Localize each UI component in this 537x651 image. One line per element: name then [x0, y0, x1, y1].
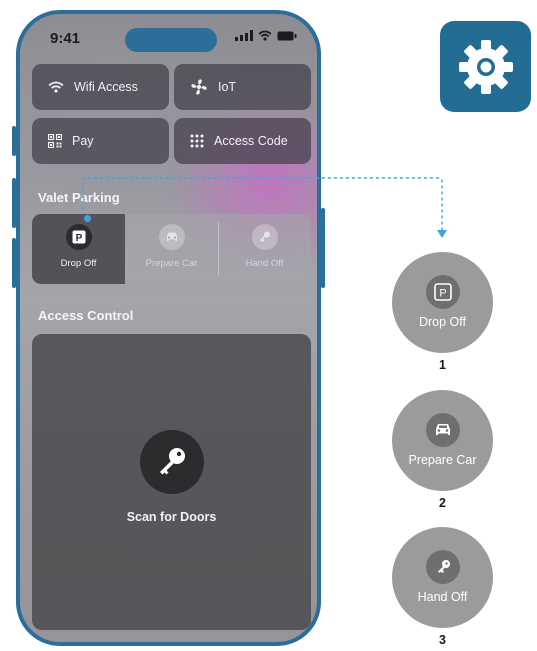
- access-code-tile[interactable]: Access Code: [174, 118, 311, 164]
- wifi-access-label: Wifi Access: [74, 80, 138, 94]
- step-number: 1: [439, 358, 446, 372]
- scan-for-doors-label: Scan for Doors: [126, 510, 217, 524]
- iot-tile[interactable]: IoT: [174, 64, 311, 110]
- wifi-access-tile[interactable]: Wifi Access: [32, 64, 169, 110]
- key-icon: [160, 448, 185, 475]
- access-control-heading: Access Control: [38, 308, 134, 323]
- pay-tile[interactable]: Pay: [32, 118, 169, 164]
- step-number: 3: [439, 633, 446, 647]
- gear-icon: [458, 39, 513, 94]
- cellular-signal-icon: [235, 30, 253, 41]
- svg-text:P: P: [439, 288, 446, 300]
- settings-app-tile[interactable]: [440, 21, 531, 112]
- step-hand-off-label: Hand Off: [417, 590, 468, 604]
- car-icon: [425, 413, 460, 447]
- fan-icon: [191, 79, 207, 95]
- key-hand-icon: [425, 550, 460, 584]
- wifi-icon: [48, 81, 64, 93]
- keypad-grid-icon: [190, 134, 204, 148]
- valet-prepare-car-label: Prepare Car: [145, 258, 198, 269]
- wifi-status-icon: [258, 30, 272, 41]
- flow-connector-arrow: [82, 177, 447, 238]
- step-number: 2: [439, 496, 446, 510]
- qr-code-icon: [48, 134, 62, 148]
- step-drop-off: P Drop Off: [392, 252, 493, 353]
- pay-label: Pay: [72, 134, 94, 148]
- access-control-panel[interactable]: Scan for Doors: [32, 334, 311, 630]
- battery-icon: [277, 31, 297, 40]
- dynamic-island: [125, 28, 217, 52]
- valet-hand-off-label: Hand Off: [245, 258, 284, 269]
- step-drop-off-label: Drop Off: [418, 315, 466, 329]
- status-time: 9:41: [50, 30, 81, 47]
- phone-frame: 9:41 Wifi Access IoT Pay Access Code Val…: [16, 10, 321, 646]
- valet-drop-off-label: Drop Off: [60, 258, 97, 269]
- step-hand-off: Hand Off: [392, 527, 493, 628]
- status-icons: [235, 30, 297, 41]
- step-prepare-car-label: Prepare Car: [408, 453, 477, 467]
- scan-doors-button[interactable]: [140, 430, 204, 494]
- parking-icon: P: [425, 275, 460, 309]
- iot-label: IoT: [218, 80, 237, 94]
- access-code-label: Access Code: [214, 134, 288, 148]
- step-prepare-car: Prepare Car: [392, 390, 493, 491]
